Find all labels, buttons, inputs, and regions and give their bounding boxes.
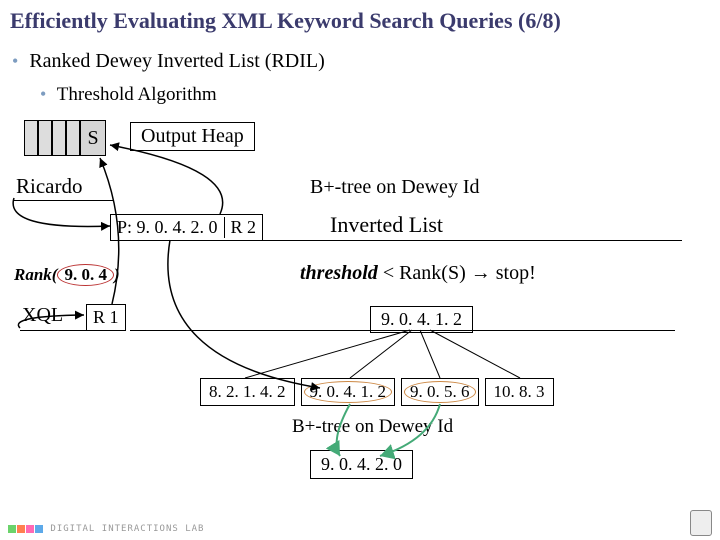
p-box-prefix: P: 9. 0. 4. 2. 0 [117,217,218,238]
footer-crest-icon [690,510,712,536]
footer-square-icon [17,525,25,533]
slide: Efficiently Evaluating XML Keyword Searc… [0,0,720,540]
arrow-icon: → [471,262,491,284]
p-box: P: 9. 0. 4. 2. 0 R 2 [110,214,263,241]
stack-cell [24,120,38,156]
bullet-2-text: Threshold Algorithm [57,84,217,105]
footer-square-icon [26,525,34,533]
rank-close: ) [114,265,120,284]
btree-node: 8. 2. 1. 4. 2 [200,378,295,406]
mid-value-box: 9. 0. 4. 1. 2 [370,306,473,333]
footer-square-icon [35,525,43,533]
inverted-list-line [130,330,675,331]
slide-title: Efficiently Evaluating XML Keyword Searc… [10,8,561,34]
inverted-list-line [232,240,682,241]
rank-expr: Rank(9. 0. 4) [14,264,120,286]
bullet-dot-icon: • [12,51,18,71]
btree-node: 9. 0. 4. 1. 2 [301,378,396,406]
threshold-text: threshold < Rank(S) → stop! [300,262,536,285]
keyword-ricardo: Ricardo [16,174,82,199]
bullet-dot-icon: • [40,84,46,104]
stack-top-label: S [87,127,98,150]
underline [14,200,114,201]
node-value: 9. 0. 5. 6 [410,382,470,401]
stack-cell [52,120,66,156]
output-heap-box: Output Heap [130,122,255,151]
bullet-2: • Threshold Algorithm [40,84,217,106]
rank-label: Rank( [14,265,57,284]
threshold-mid: < Rank(S) [378,262,471,284]
bullet-1-text: Ranked Dewey Inverted List (RDIL) [29,50,324,72]
node-value: 10. 8. 3 [494,382,545,401]
p-box-tag: R 2 [224,217,257,238]
inverted-list-label: Inverted List [330,212,443,238]
btree-label-1: B+-tree on Dewey Id [310,176,480,199]
btree-node: 9. 0. 5. 6 [401,378,479,406]
r1-box: R 1 [86,304,126,331]
keyword-xql: XQL [22,304,63,327]
btree-label-2: B+-tree on Dewey Id [292,416,453,438]
stack-top: S [80,120,106,156]
threshold-stop: stop! [491,262,536,284]
bullet-1: • Ranked Dewey Inverted List (RDIL) [12,50,325,73]
stack-cell [38,120,52,156]
footer-square-icon [8,525,16,533]
stack-diagram: S [24,120,106,156]
rank-value: 9. 0. 4 [57,264,114,286]
node-value: 9. 0. 4. 1. 2 [310,382,387,401]
btree-nodes: 8. 2. 1. 4. 2 9. 0. 4. 1. 2 9. 0. 5. 6 1… [200,378,554,406]
footer-lab: DIGITAL INTERACTIONS LAB [8,524,204,534]
threshold-word: threshold [300,262,378,284]
footer-text: DIGITAL INTERACTIONS LAB [50,524,204,534]
node-value: 8. 2. 1. 4. 2 [209,382,286,401]
final-value-box: 9. 0. 4. 2. 0 [310,450,413,479]
btree-node: 10. 8. 3 [485,378,554,406]
stack-cell [66,120,80,156]
